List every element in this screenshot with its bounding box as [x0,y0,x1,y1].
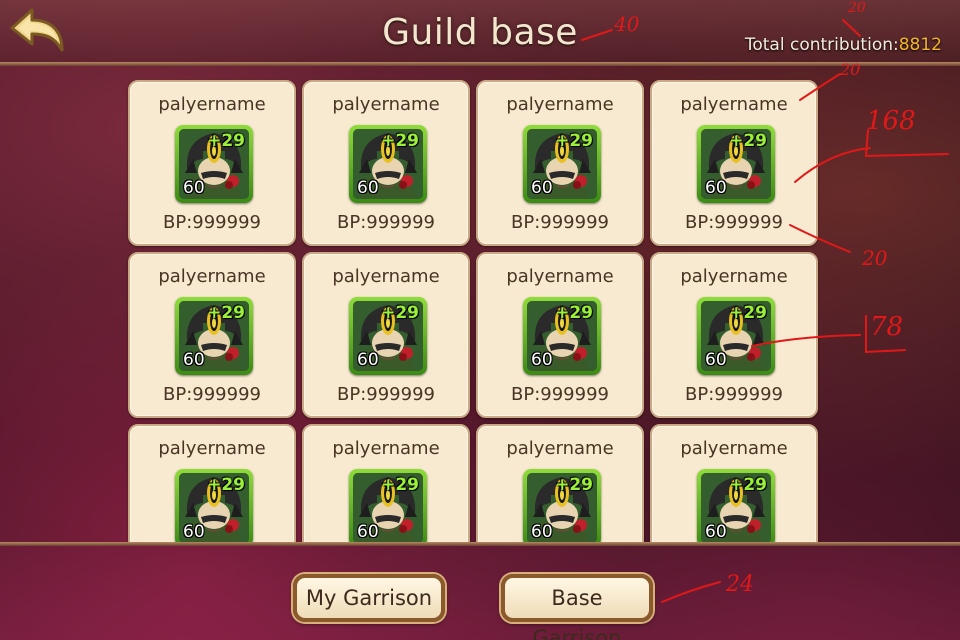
member-bp: BP:999999 [163,212,261,233]
member-level: 60 [183,350,205,370]
member-level: 60 [357,178,379,198]
member-card[interactable]: palyername +29 60 BP:999999 [476,252,644,418]
member-card[interactable]: palyername +29 60 BP:999999 [650,80,818,246]
member-avatar: +29 60 [175,297,253,375]
member-avatar-frame: +29 60 [701,473,771,542]
member-name: palyername [506,266,614,287]
member-avatar-frame: +29 60 [527,301,597,371]
member-bp: BP:999999 [511,212,609,233]
member-plus-level: +29 [555,131,593,151]
member-avatar: +29 60 [349,125,427,203]
member-level: 60 [357,350,379,370]
member-bp: BP:999999 [685,384,783,405]
annotation-name-size: 20 [840,60,861,79]
member-grid-viewport[interactable]: palyername +29 60 BP:999999 palyername +… [0,66,960,542]
member-card[interactable]: palyername +29 60 BP:999999 [128,252,296,418]
member-avatar: +29 60 [697,469,775,542]
member-card[interactable]: palyername +29 60 BP:999999 [650,252,818,418]
annotation-avatar-size: 78 [870,312,904,342]
member-card[interactable]: palyername +29 60 BP:999999 [128,424,296,542]
annotation-bp-size: 20 [862,246,888,270]
member-avatar-frame: +29 60 [353,473,423,542]
member-plus-level: +29 [381,131,419,151]
base-garrison-button[interactable]: Base Garrison [501,574,653,640]
member-level: 60 [183,178,205,198]
member-name: palyername [680,438,788,459]
contribution-label: Total contribution: [744,35,899,55]
member-avatar-frame: +29 60 [527,473,597,542]
member-avatar: +29 60 [523,125,601,203]
member-name: palyername [158,94,266,115]
member-bp: BP:999999 [163,384,261,405]
member-avatar: +29 60 [349,297,427,375]
member-plus-level: +29 [555,475,593,495]
member-avatar-frame: +29 60 [353,301,423,371]
member-plus-level: +29 [207,303,245,323]
member-avatar-frame: +29 60 [179,473,249,542]
member-card[interactable]: palyername +29 60 BP:999999 [476,80,644,246]
page-title: Guild base [382,12,578,53]
member-plus-level: +29 [729,303,767,323]
member-level: 60 [183,522,205,542]
member-plus-level: +29 [729,475,767,495]
member-bp: BP:999999 [337,384,435,405]
member-name: palyername [332,438,440,459]
member-grid: palyername +29 60 BP:999999 palyername +… [128,80,820,542]
member-bp: BP:999999 [511,384,609,405]
member-avatar-frame: +29 60 [701,129,771,199]
member-level: 60 [531,350,553,370]
member-plus-level: +29 [555,303,593,323]
member-name: palyername [158,438,266,459]
member-card[interactable]: palyername +29 60 BP:999999 [128,80,296,246]
annotation-title-size: 40 [614,12,640,36]
footer-bar [0,542,960,640]
footer-divider [0,542,960,546]
member-avatar-frame: +29 60 [527,129,597,199]
member-avatar-frame: +29 60 [353,129,423,199]
member-avatar-frame: +29 60 [179,301,249,371]
member-avatar: +29 60 [697,125,775,203]
my-garrison-button[interactable]: My Garrison [293,574,445,622]
member-level: 60 [705,178,727,198]
back-button[interactable] [8,6,66,54]
member-avatar: +29 60 [523,469,601,542]
member-level: 60 [705,522,727,542]
member-name: palyername [680,94,788,115]
member-name: palyername [680,266,788,287]
member-avatar: +29 60 [175,125,253,203]
member-avatar-frame: +29 60 [701,301,771,371]
member-card[interactable]: palyername +29 60 BP:999999 [302,80,470,246]
member-plus-level: +29 [729,131,767,151]
member-name: palyername [158,266,266,287]
member-level: 60 [705,350,727,370]
member-bp: BP:999999 [337,212,435,233]
member-level: 60 [357,522,379,542]
annotation-card-height: 168 [866,106,916,136]
member-avatar: +29 60 [523,297,601,375]
member-bp: BP:999999 [685,212,783,233]
member-name: palyername [332,94,440,115]
member-card[interactable]: palyername +29 60 BP:999999 [650,424,818,542]
member-name: palyername [332,266,440,287]
member-avatar: +29 60 [697,297,775,375]
member-plus-level: +29 [381,303,419,323]
member-plus-level: +29 [207,131,245,151]
member-level: 60 [531,178,553,198]
member-card[interactable]: palyername +29 60 BP:999999 [302,424,470,542]
member-avatar: +29 60 [175,469,253,542]
member-plus-level: +29 [207,475,245,495]
member-level: 60 [531,522,553,542]
total-contribution: Total contribution:8812 [745,35,942,55]
member-avatar: +29 60 [349,469,427,542]
member-plus-level: +29 [381,475,419,495]
member-name: palyername [506,94,614,115]
contribution-value: 8812 [898,35,942,55]
member-card[interactable]: palyername +29 60 BP:999999 [302,252,470,418]
member-card[interactable]: palyername +29 60 BP:999999 [476,424,644,542]
back-arrow-icon [10,8,64,52]
member-name: palyername [506,438,614,459]
annotation-contrib-size: 20 [848,0,866,16]
member-avatar-frame: +29 60 [179,129,249,199]
annotation-button-size: 24 [726,572,754,597]
